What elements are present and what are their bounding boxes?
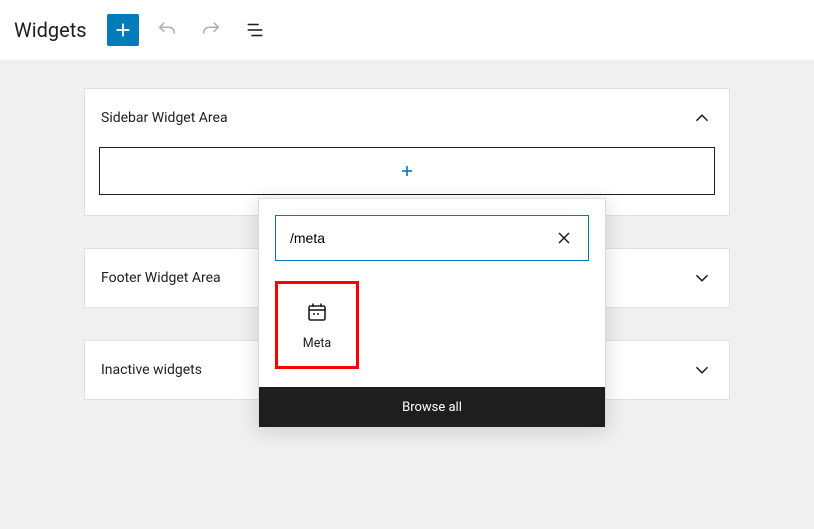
- list-view-icon: [244, 19, 266, 41]
- content-area: Sidebar Widget Area Footer Widget Area I…: [0, 60, 814, 460]
- clear-search-button[interactable]: [550, 224, 578, 252]
- calendar-icon: [305, 300, 329, 324]
- undo-button[interactable]: [151, 14, 183, 46]
- panel-title: Footer Widget Area: [101, 270, 221, 286]
- toolbar-actions: [107, 14, 271, 46]
- chevron-down-icon: [691, 359, 713, 381]
- redo-icon: [200, 19, 222, 41]
- plus-icon: [112, 19, 134, 41]
- block-inserter-popover: Meta Browse all: [258, 198, 606, 428]
- inserter-results: Meta: [259, 273, 605, 387]
- list-view-button[interactable]: [239, 14, 271, 46]
- redo-button[interactable]: [195, 14, 227, 46]
- close-icon: [554, 228, 574, 248]
- panel-title: Inactive widgets: [101, 362, 202, 378]
- block-result-meta[interactable]: Meta: [275, 281, 359, 369]
- page-title: Widgets: [14, 18, 87, 42]
- undo-icon: [156, 19, 178, 41]
- browse-all-button[interactable]: Browse all: [259, 387, 605, 427]
- search-input[interactable]: [290, 230, 550, 246]
- add-block-placeholder[interactable]: [99, 147, 715, 195]
- panel-header[interactable]: Sidebar Widget Area: [85, 89, 729, 147]
- panel-title: Sidebar Widget Area: [101, 110, 228, 126]
- add-block-button[interactable]: [107, 14, 139, 46]
- chevron-up-icon: [691, 107, 713, 129]
- plus-icon: [397, 161, 417, 181]
- top-toolbar: Widgets: [0, 0, 814, 60]
- widget-area-panel: Sidebar Widget Area: [84, 88, 730, 216]
- chevron-down-icon: [691, 267, 713, 289]
- inserter-search-row: [259, 199, 605, 273]
- inserter-search: [275, 215, 589, 261]
- block-result-label: Meta: [303, 336, 331, 351]
